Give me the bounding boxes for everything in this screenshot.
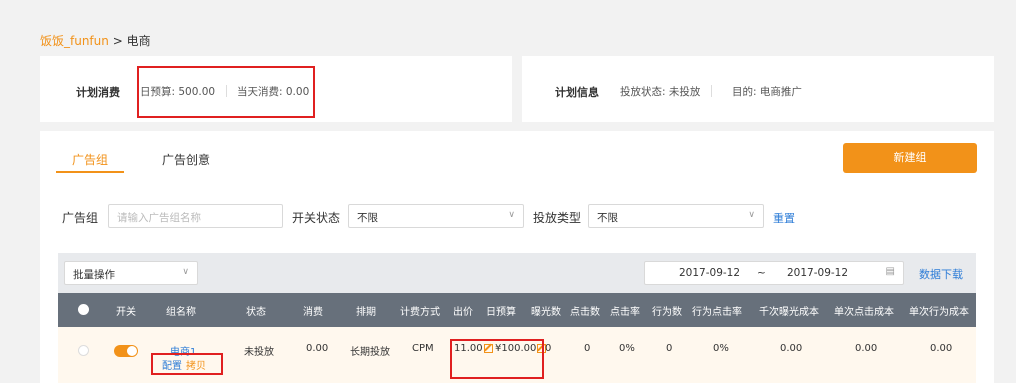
highlight-box [137,66,315,118]
chevron-down-icon: ∨ [748,210,755,220]
row-select-radio[interactable] [78,345,89,356]
delivery-type-select[interactable]: 不限 ∨ [588,204,764,228]
col-header: 行为数 [652,307,682,318]
ad-group-panel: 广告组 广告创意 新建组 广告组 请输入广告组名称 开关状态 不限 ∨ 投放类型… [40,131,994,383]
breadcrumb-link[interactable]: 饭饭_funfun [40,34,109,48]
plan-info-card: 计划信息 投放状态: 未投放 目的: 电商推广 [522,56,994,122]
group-filter-label: 广告组 [62,211,99,225]
new-group-button[interactable]: 新建组 [843,143,977,173]
col-header: 曝光数 [531,307,561,318]
date-range-picker[interactable]: 2017-09-12 ~ 2017-09-12 ▤ [644,261,904,285]
delivery-type-value: 不限 [597,212,618,224]
col-header: 出价 [453,307,473,318]
chevron-down-icon: ∨ [182,267,189,277]
select-all-radio[interactable] [78,304,89,315]
col-header: 计费方式 [400,307,440,318]
switch-status-value: 不限 [357,212,378,224]
status-cell: 未投放 [244,347,274,358]
delivery-status-text: 投放状态: 未投放 [620,86,701,98]
switch-status-select[interactable]: 不限 ∨ [348,204,524,228]
col-header: 单次行为成本 [909,307,969,318]
highlight-box [151,353,223,375]
cpa-cost-cell: 0.00 [930,343,953,354]
date-from: 2017-09-12 [679,267,741,279]
group-name-placeholder: 请输入广告组名称 [117,212,201,224]
col-header: 组名称 [166,307,196,318]
tab-ad-creative[interactable]: 广告创意 [162,151,210,168]
switch-toggle[interactable] [114,345,138,357]
breadcrumb-current: 电商 [126,34,151,48]
delivery-type-label: 投放类型 [533,211,582,225]
chevron-down-icon: ∨ [508,210,515,220]
col-header: 单次点击成本 [834,307,894,318]
actions-cell: 0 [666,343,673,354]
tab-underline [56,171,124,173]
breadcrumb: 饭饭_funfun > 电商 [40,32,151,49]
schedule-cell: 长期投放 [350,347,390,358]
billing-cell: CPM [412,343,434,354]
spend-cell: 0.00 [306,343,329,354]
plan-cost-label: 计划消费 [76,86,120,99]
reset-link[interactable]: 重置 [773,210,795,226]
breadcrumb-separator: > [108,34,127,48]
impressions-cell: 0 [545,343,552,354]
table-toolbar: 批量操作 ∨ 2017-09-12 ~ 2017-09-12 ▤ 数据下载 [58,253,976,293]
data-download-link[interactable]: 数据下载 [919,266,963,282]
col-header: 千次曝光成本 [759,307,819,318]
cpm-cost-cell: 0.00 [780,343,803,354]
calendar-icon: ▤ [885,266,895,277]
batch-operation-value: 批量操作 [73,269,115,281]
top-bar [0,0,1016,22]
col-header: 开关 [116,307,136,318]
table-header: 开关 组名称 状态 消费 排期 计费方式 出价 日预算 曝光数 点击数 点击率 … [58,293,976,327]
switch-status-label: 开关状态 [292,211,341,225]
col-header: 点击数 [570,307,600,318]
plan-cost-card: 计划消费 日预算: 500.00 当天消费: 0.00 [40,56,512,122]
group-name-input[interactable]: 请输入广告组名称 [108,204,283,228]
batch-operation-select[interactable]: 批量操作 ∨ [64,261,198,285]
cpc-cost-cell: 0.00 [855,343,878,354]
table-row: 电商1 配置 拷贝 未投放 0.00 长期投放 CPM 11.00 ¥100.0… [58,327,976,383]
action-rate-cell: 0% [713,343,729,354]
col-header: 状态 [246,307,266,318]
col-header: 点击率 [610,307,640,318]
ctr-cell: 0% [619,343,635,354]
date-to: 2017-09-12 [787,267,849,279]
col-header: 行为点击率 [692,307,742,318]
date-separator: ~ [757,267,766,279]
plan-info-label: 计划信息 [555,86,599,99]
divider [711,85,712,97]
clicks-cell: 0 [584,343,591,354]
tab-ad-group[interactable]: 广告组 [72,151,108,168]
col-header: 排期 [356,307,376,318]
col-header: 消费 [303,307,323,318]
col-header: 日预算 [486,307,516,318]
highlight-box [450,339,544,379]
goal-text: 目的: 电商推广 [732,86,802,98]
